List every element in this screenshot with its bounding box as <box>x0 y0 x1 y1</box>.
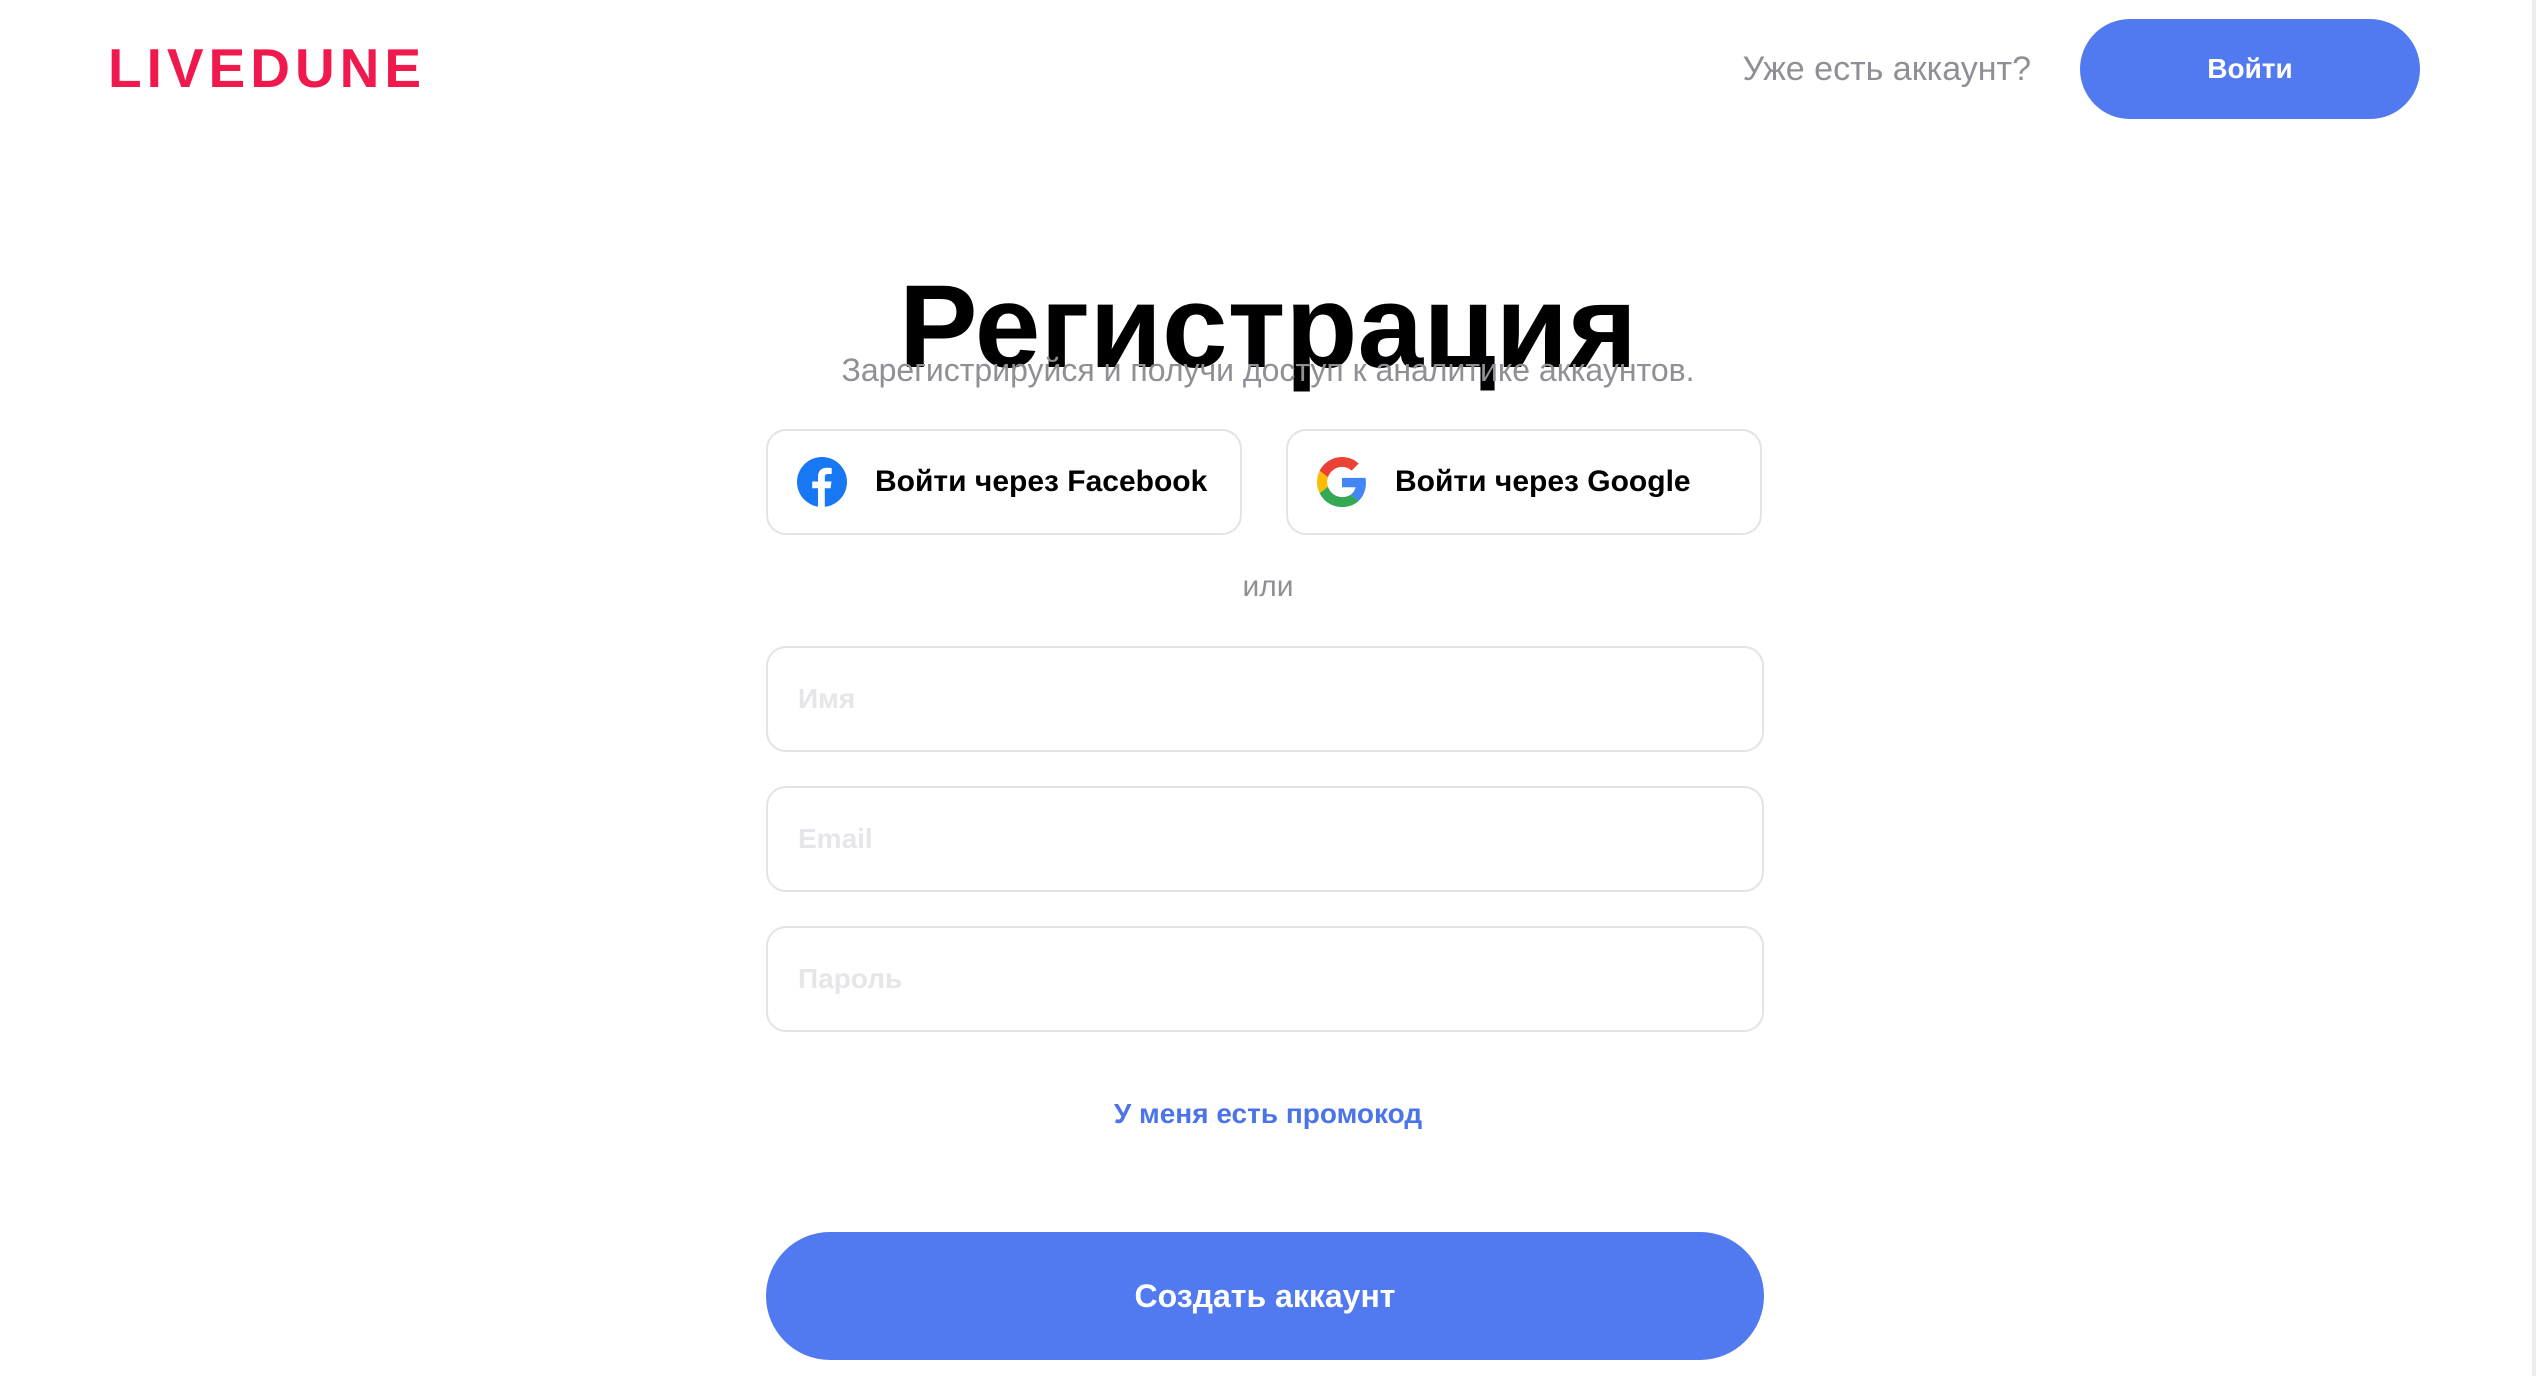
email-field[interactable] <box>766 786 1764 892</box>
or-divider-text: или <box>1242 570 1294 603</box>
facebook-login-label: Войти через Facebook <box>875 465 1208 498</box>
scrollbar-track[interactable] <box>2532 0 2536 1376</box>
facebook-login-button[interactable]: Войти через Facebook <box>766 429 1242 535</box>
page-subtitle: Зарегистрируйся и получи доступ к аналит… <box>841 352 1695 388</box>
login-button[interactable]: Войти <box>2080 19 2420 119</box>
google-login-button[interactable]: Войти через Google <box>1286 429 1762 535</box>
password-field[interactable] <box>766 926 1764 1032</box>
google-logo-icon <box>1317 457 1367 507</box>
name-field[interactable] <box>766 646 1764 752</box>
promo-code-link[interactable]: У меня есть промокод <box>0 1094 2536 1134</box>
google-login-label: Войти через Google <box>1395 465 1691 498</box>
create-account-button[interactable]: Создать аккаунт <box>766 1232 1764 1360</box>
facebook-logo-icon <box>797 457 847 507</box>
have-account-text: Уже есть аккаунт? <box>1742 50 2031 88</box>
livedune-logo[interactable]: LIVEDUNE <box>108 40 426 96</box>
